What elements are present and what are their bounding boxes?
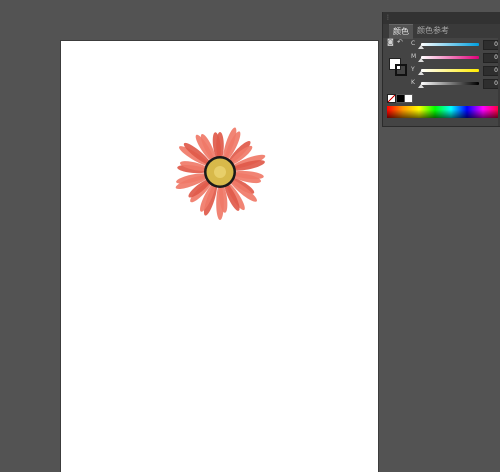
m-slider-thumb[interactable] — [418, 58, 424, 62]
fill-stroke-control: ◙ ↶ — [387, 38, 407, 78]
channel-label: C — [411, 40, 416, 47]
channel-label: Y — [411, 66, 415, 73]
panel-title-bar[interactable] — [383, 12, 500, 24]
color-panel: ⋮ 颜色 颜色参考 ◙ ↶ C 0 M 0 Y 0 K 0 — [382, 12, 500, 127]
slider-row-y: Y 0 — [409, 66, 500, 76]
channel-label: M — [411, 53, 417, 60]
swap-colors-icon[interactable]: ↶ — [397, 38, 403, 46]
panel-grip-icon[interactable]: ⋮ — [385, 15, 391, 21]
white-swatch[interactable] — [404, 94, 413, 103]
color-spectrum-bar[interactable] — [387, 106, 499, 118]
y-slider-track[interactable] — [421, 69, 479, 72]
slider-row-k: K 0 — [409, 79, 500, 89]
none-swatch[interactable] — [387, 94, 396, 103]
quick-swatches — [387, 94, 417, 103]
channel-label: K — [411, 79, 415, 86]
c-slider-thumb[interactable] — [418, 45, 424, 49]
tab-color-guide[interactable]: 颜色参考 — [413, 24, 453, 38]
k-slider-thumb[interactable] — [418, 84, 424, 88]
y-slider-thumb[interactable] — [418, 71, 424, 75]
flower-artwork[interactable] — [167, 119, 273, 225]
tab-color[interactable]: 颜色 — [389, 24, 413, 39]
k-slider-track[interactable] — [421, 82, 479, 85]
flower-center-highlight — [214, 166, 226, 178]
default-colors-icon[interactable]: ◙ — [387, 38, 394, 46]
artboard[interactable] — [61, 41, 378, 472]
slider-row-m: M 0 — [409, 53, 500, 63]
c-slider-track[interactable] — [421, 43, 479, 46]
slider-row-c: C 0 — [409, 40, 500, 50]
m-slider-track[interactable] — [421, 56, 479, 59]
stroke-color-swatch[interactable] — [395, 64, 407, 76]
